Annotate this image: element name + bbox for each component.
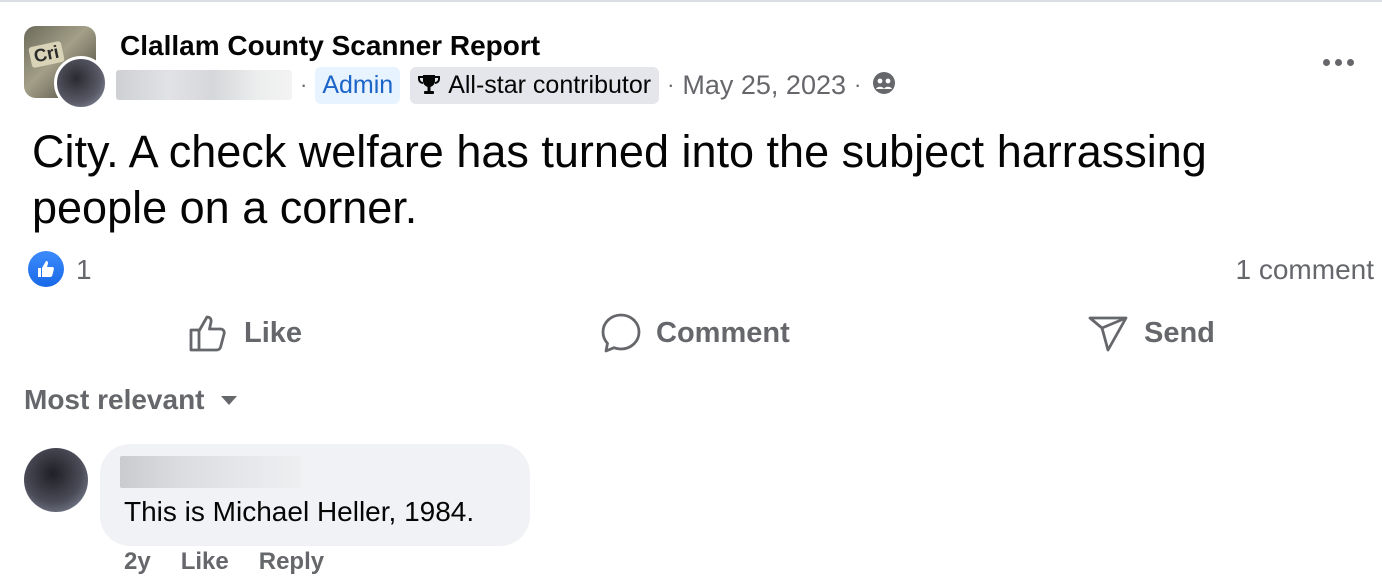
like-button-label: Like (244, 316, 303, 349)
send-icon (1088, 316, 1128, 352)
thumbs-up-icon (189, 315, 226, 352)
group-name[interactable]: Clallam County Scanner Report (120, 30, 540, 62)
commenter-name-redacted[interactable] (120, 456, 302, 488)
send-button-label: Send (1144, 316, 1215, 349)
more-options-button[interactable] (1318, 48, 1358, 76)
comment-bubble: This is Michael Heller, 1984. (100, 444, 530, 546)
post-meta: · Admin All-star contributor · May 25, 2… (116, 64, 897, 106)
comment-actions: 2y Like Reply (124, 548, 324, 576)
admin-badge[interactable]: Admin (315, 66, 401, 104)
post-text: City. A check welfare has turned into th… (32, 126, 1207, 233)
comment-text: This is Michael Heller, 1984. (124, 496, 475, 527)
author-avatar[interactable] (54, 56, 108, 110)
author-name-redacted[interactable] (116, 70, 292, 100)
comment-button-label: Comment (656, 316, 790, 349)
separator: · (300, 72, 308, 97)
group-avatar-logo-text: Cri (28, 40, 65, 69)
comment-age[interactable]: 2y (124, 548, 151, 576)
comment-button[interactable]: Comment (600, 310, 790, 356)
caret-down-icon (220, 396, 237, 405)
comment-sort-dropdown[interactable]: Most relevant (24, 384, 239, 416)
reaction-count[interactable]: 1 (76, 254, 92, 286)
commenter-avatar[interactable] (24, 448, 88, 512)
send-button[interactable]: Send (1086, 310, 1215, 356)
like-reaction-icon[interactable] (28, 251, 64, 287)
comment-count[interactable]: 1 comment (1236, 254, 1375, 286)
all-star-contributor-badge[interactable]: All-star contributor (410, 66, 660, 104)
separator: · (667, 72, 675, 97)
trophy-icon (418, 75, 441, 94)
group-members-icon[interactable] (871, 70, 897, 101)
more-horizontal-icon (1322, 58, 1330, 66)
comment-bubble-icon (601, 313, 641, 353)
comment-reply-button[interactable]: Reply (259, 548, 324, 576)
comment-like-button[interactable]: Like (181, 548, 229, 576)
sort-label: Most relevant (24, 384, 205, 415)
separator: · (854, 72, 862, 97)
post-date[interactable]: May 25, 2023 (682, 70, 846, 101)
like-button[interactable]: Like (188, 310, 302, 356)
top-divider (0, 0, 1382, 2)
contributor-badge-label: All-star contributor (448, 70, 652, 99)
